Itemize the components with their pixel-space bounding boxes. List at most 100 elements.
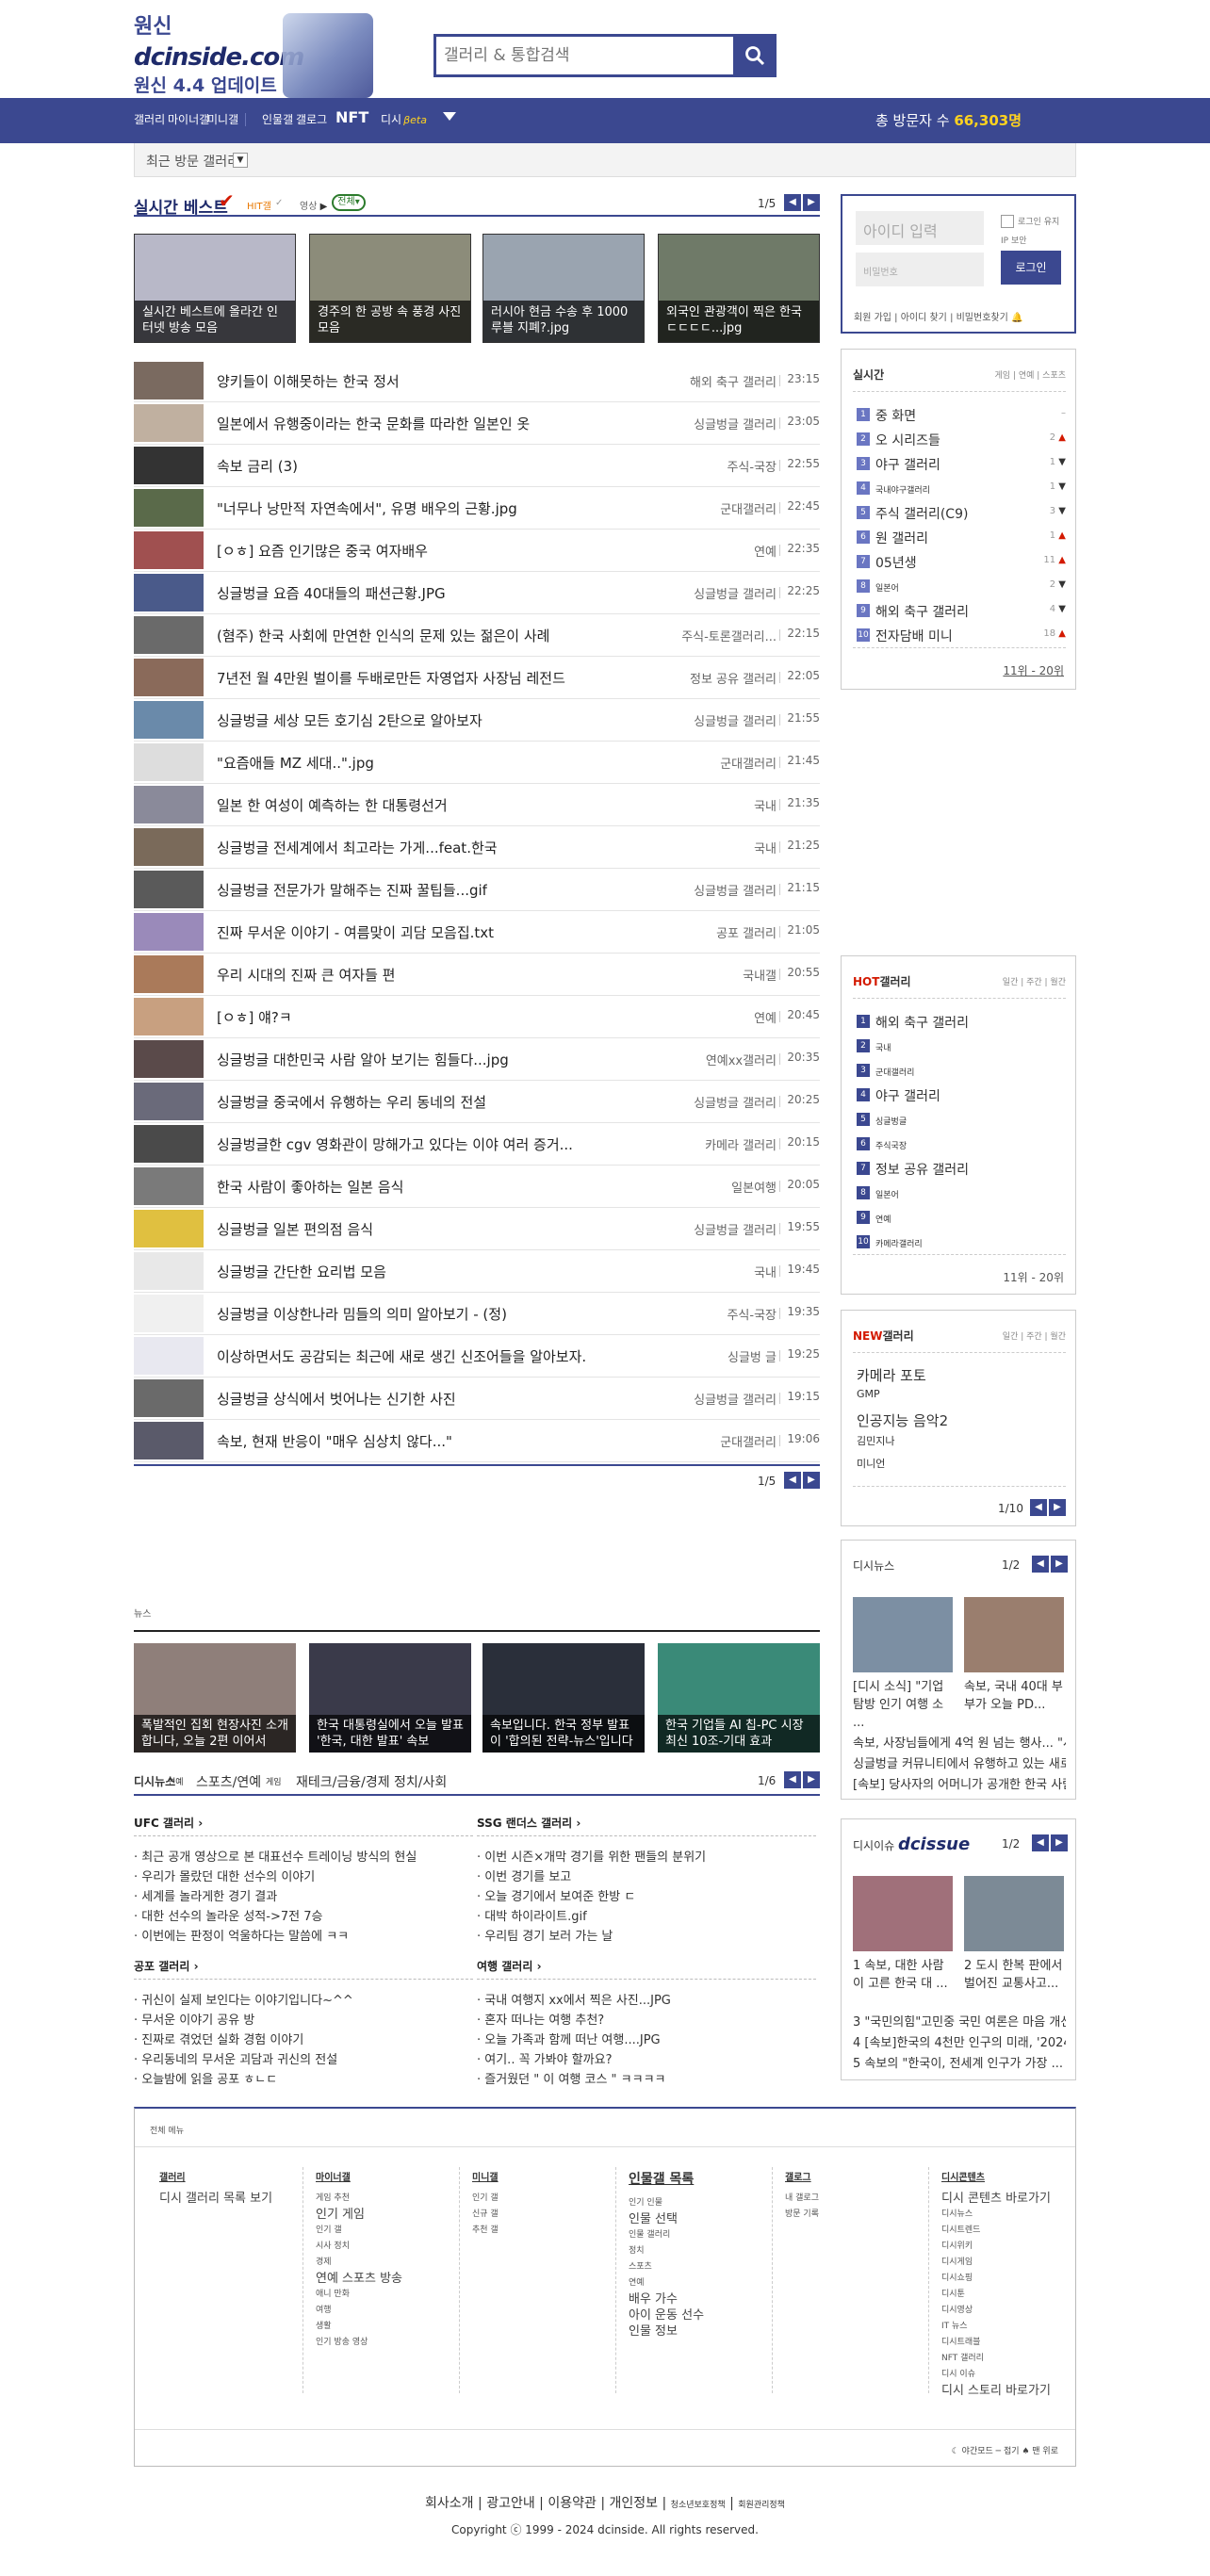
post-gallery[interactable]: 정보 공유 갤러리 bbox=[690, 669, 777, 687]
dc-news-line[interactable]: 싱글벙글 커뮤니티에서 유행하고 있는 새로... bbox=[853, 1753, 1066, 1771]
news-line[interactable]: · 진짜로 겪었던 실화 경험 이야기 bbox=[134, 2030, 303, 2047]
nav-gallery[interactable]: 갤러리 bbox=[134, 111, 165, 127]
post-thumbnail[interactable] bbox=[134, 913, 204, 951]
best-thumb-2[interactable]: 경주의 한 공방 속 풍경 사진 모음 bbox=[309, 234, 471, 343]
post-title[interactable]: 7년전 월 4만원 벌이를 두배로만든 자영업자 사장님 레전드 bbox=[217, 668, 565, 688]
post-thumbnail[interactable] bbox=[134, 1422, 204, 1459]
hot-title[interactable]: 일본어 bbox=[875, 1188, 899, 1200]
prev-arrow-icon[interactable]: ◀ bbox=[784, 1771, 801, 1788]
footer-link[interactable]: 배우 가수 bbox=[629, 2291, 779, 2307]
table-row[interactable]: 일본에서 유행중이라는 한국 문화를 따라한 일본인 옷 싱글벙글 갤러리 23:0… bbox=[134, 402, 820, 445]
post-title[interactable]: 진짜 무서운 이야기 - 여름맞이 괴담 모음집.txt bbox=[217, 922, 494, 942]
footer-link[interactable]: 인기 갤 bbox=[316, 2223, 466, 2239]
nav-minor-gallery[interactable]: 마이너갤 bbox=[168, 111, 209, 127]
table-row[interactable]: 한국 사람이 좋아하는 일본 음식일본여행20:05[330] bbox=[134, 1166, 820, 1208]
news-line[interactable]: · 세계를 놀라게한 경기 결과 bbox=[134, 1886, 277, 1904]
table-row[interactable]: 싱글벙글 중국에서 유행하는 우리 동네의 전설싱글벙글 갤러리20:25[31… bbox=[134, 1081, 820, 1123]
post-thumbnail[interactable] bbox=[134, 616, 204, 654]
footer-link[interactable]: 정치 bbox=[629, 2243, 779, 2259]
news-line[interactable]: · 대한 선수의 놀라운 성적->7전 7승 bbox=[134, 1906, 322, 1924]
post-gallery[interactable]: 연예 bbox=[754, 1008, 777, 1026]
filter-all-dropdown[interactable]: 전체▾ bbox=[332, 194, 366, 211]
footer-link[interactable]: 여행 bbox=[316, 2303, 466, 2319]
news-column-title[interactable]: 공포 갤러리 › bbox=[134, 1958, 199, 1974]
table-row[interactable]: 진짜 무서운 이야기 - 여름맞이 괴담 모음집.txt공포 갤러리21:05[… bbox=[134, 911, 820, 954]
ip-security-toggle[interactable]: IP 보안 bbox=[1001, 234, 1027, 246]
footer-link[interactable]: 디시트래블 bbox=[941, 2335, 1092, 2351]
post-title[interactable]: 한국 사람이 좋아하는 일본 음식 bbox=[217, 1177, 403, 1197]
hot-title[interactable]: 군대갤러리 bbox=[875, 1066, 914, 1078]
trend-item[interactable]: 6 원 갤러리 1 ▲ bbox=[857, 529, 1066, 549]
recent-gallery-label[interactable]: 최근 방문 갤러리 bbox=[146, 152, 239, 171]
news-column-title[interactable]: UFC 갤러리 › bbox=[134, 1815, 203, 1831]
news-thumb-1[interactable]: 폭발적인 집회 현장사진 소개합니다, 오늘 2편 이어서 bbox=[134, 1643, 296, 1753]
post-title[interactable]: 싱글벙글 이상한나라 밈들의 의미 알아보기 - (정) bbox=[217, 1304, 507, 1324]
banner-character-image[interactable] bbox=[283, 13, 373, 98]
dc-issue-image-2[interactable] bbox=[964, 1876, 1064, 1951]
dc-news-caption-2[interactable]: 속보, 국내 40대 부부가 오늘 PD... bbox=[964, 1678, 1064, 1714]
table-row[interactable]: 싱글벙글 전문가가 말해주는 진짜 꿀팁들...gif 싱글벙글 갤러리 21:15… bbox=[134, 869, 820, 911]
link-terms[interactable]: 이용약관 bbox=[548, 2496, 597, 2511]
footer-column-title[interactable]: 갤로그 bbox=[785, 2169, 936, 2183]
post-title[interactable]: 싱글벙글 전세계에서 최고라는 가게...feat.한국 bbox=[217, 838, 498, 857]
dc-issue-caption-2[interactable]: 2 도시 한복 판에서 벌어진 교통사고... bbox=[964, 1957, 1064, 1993]
next-arrow-icon[interactable]: ▶ bbox=[1049, 1499, 1066, 1516]
link-ads[interactable]: 광고안내 bbox=[486, 2496, 535, 2511]
post-thumbnail[interactable] bbox=[134, 1252, 204, 1290]
footer-link[interactable]: 디시툰 bbox=[941, 2287, 1092, 2303]
footer-link[interactable]: 인물 선택 bbox=[629, 2211, 779, 2227]
id-input[interactable]: 아이디 입력 bbox=[856, 211, 984, 245]
dc-news-image-1[interactable] bbox=[853, 1597, 953, 1672]
post-title[interactable]: [ㅇㅎ] 얘?ㅋ bbox=[217, 1007, 292, 1027]
tab-hit-gallery[interactable]: HIT갤 bbox=[247, 198, 271, 212]
dc-news-line[interactable]: [속보] 당사자의 어머니가 공개한 한국 사람... bbox=[853, 1774, 1066, 1792]
post-thumbnail[interactable] bbox=[134, 1167, 204, 1205]
footer-tools[interactable]: ☾ 야간모드 ─ 접기 ♠ 맨 위로 bbox=[952, 2444, 1058, 2456]
hot-more-link[interactable]: 11위 - 20위 bbox=[1003, 1269, 1064, 1285]
footer-link[interactable]: 디시게임 bbox=[941, 2255, 1092, 2271]
trend-item[interactable]: 4 국내야구갤러리 1 ▼ bbox=[857, 480, 1066, 500]
footer-link[interactable]: 시사 정치 bbox=[316, 2239, 466, 2255]
news-line[interactable]: · 우리동네의 무서운 괴담과 귀신의 전설 bbox=[134, 2049, 337, 2067]
post-thumbnail[interactable] bbox=[134, 362, 204, 399]
footer-link[interactable]: 아이 운동 선수 bbox=[629, 2307, 779, 2323]
new-gallery-item[interactable]: GMP bbox=[857, 1388, 880, 1400]
post-title[interactable]: 싱글벙글 상식에서 벗어나는 신기한 사진 bbox=[217, 1389, 456, 1409]
table-row[interactable]: [ㅇㅎ] 요즘 인기많은 중국 여자배우연예22:35[19] bbox=[134, 530, 820, 572]
table-row[interactable]: 싱글벙글 일본 편의점 음식싱글벙글 갤러리19:55[388] bbox=[134, 1208, 820, 1250]
post-thumbnail[interactable] bbox=[134, 404, 204, 442]
post-gallery[interactable]: 주식-토론갤러리... bbox=[681, 627, 777, 644]
post-thumbnail[interactable] bbox=[134, 447, 204, 484]
news-line[interactable]: · 즐거웠던 " 이 여행 코스 " ㅋㅋㅋㅋ bbox=[477, 2069, 666, 2087]
post-gallery[interactable]: 국내 bbox=[754, 1263, 777, 1280]
link-youth[interactable]: 청소년보호정책 bbox=[671, 2501, 726, 2510]
footer-link[interactable]: 디시 갤러리 목록 보기 bbox=[159, 2191, 310, 2207]
post-thumbnail[interactable] bbox=[134, 1040, 204, 1078]
news-tab-finance[interactable]: 재테크/금융/경제 bbox=[296, 1772, 390, 1791]
post-title[interactable]: 우리 시대의 진짜 큰 여자들 편 bbox=[217, 965, 395, 985]
new-gallery-item[interactable]: 카메라 포토 bbox=[857, 1365, 926, 1385]
post-thumbnail[interactable] bbox=[134, 786, 204, 823]
news-line[interactable]: · 오늘 가족과 함께 떠난 여행....JPG bbox=[477, 2030, 661, 2047]
news-thumb-4[interactable]: 한국 기업들 AI 칩-PC 시장 최신 10조-기대 효과 bbox=[658, 1643, 820, 1753]
footer-link[interactable]: 스포츠 bbox=[629, 2259, 779, 2275]
post-thumbnail[interactable] bbox=[134, 1210, 204, 1247]
nav-person-gallery[interactable]: 인물갤 bbox=[262, 111, 293, 127]
post-gallery[interactable]: 군대갤러리 bbox=[720, 499, 777, 517]
table-row[interactable]: 일본 한 여성이 예측하는 한 대통령선거국내21:35[292] bbox=[134, 784, 820, 826]
post-thumbnail[interactable] bbox=[134, 743, 204, 781]
news-line[interactable]: · 오늘 경기에서 보여준 한방 ㄷ bbox=[477, 1886, 635, 1904]
footer-link[interactable]: 인물 갤러리 bbox=[629, 2227, 779, 2243]
footer-link[interactable]: 디시영상 bbox=[941, 2303, 1092, 2319]
news-line[interactable]: · 우리가 몰랐던 대한 선수의 이야기 bbox=[134, 1867, 315, 1884]
new-gallery-item[interactable]: 인공지능 음악2 bbox=[857, 1410, 948, 1430]
post-gallery[interactable]: 연예xx갤러리 bbox=[706, 1051, 777, 1068]
footer-link[interactable]: 인기 인물 bbox=[629, 2195, 779, 2211]
hot-title[interactable]: 야구 갤러리 bbox=[875, 1086, 940, 1105]
prev-arrow-icon[interactable]: ◀ bbox=[784, 194, 801, 211]
post-thumbnail[interactable] bbox=[134, 828, 204, 866]
post-gallery[interactable]: 싱글벙글 갤러리 bbox=[694, 1220, 777, 1238]
post-gallery[interactable]: 싱글벙글 갤러리 bbox=[694, 711, 777, 729]
news-line[interactable]: · 대박 하이라이트.gif bbox=[477, 1906, 587, 1924]
next-arrow-icon[interactable]: ▶ bbox=[803, 1771, 820, 1788]
